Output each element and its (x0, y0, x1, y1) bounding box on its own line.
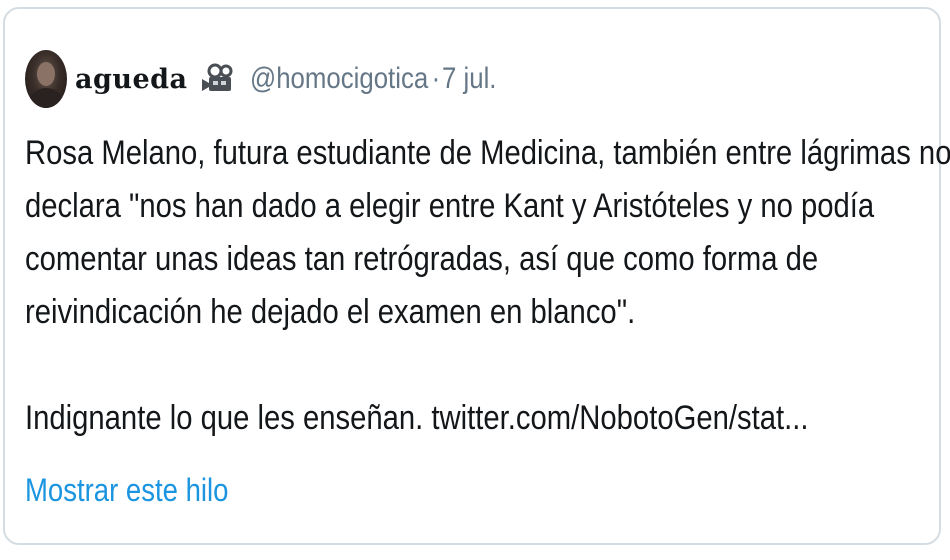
tweet-text-line: comentar unas ideas tan retrógradas, así… (25, 240, 819, 278)
tweet-text: Rosa Melano, futura estudiante de Medici… (25, 127, 950, 445)
show-thread-link[interactable]: Mostrar este hilo (25, 472, 228, 509)
tweet-date[interactable]: 7 jul. (442, 62, 497, 95)
movie-camera-icon (200, 63, 238, 95)
author-meta: @homocigotica ·7 jul. (250, 62, 496, 96)
author-display-name[interactable]: agueda (75, 64, 188, 95)
meta-separator: · (431, 62, 440, 95)
author-handle[interactable]: @homocigotica (250, 62, 428, 95)
tweet-text-line: declara "nos han dado a elegir entre Kan… (25, 187, 875, 225)
tweet-text-line: reivindicación he dejado el examen en bl… (25, 293, 636, 331)
tweet-card[interactable]: agueda @homocigotica ·7 jul. Rosa Melano,… (3, 7, 950, 545)
tweet-header: agueda @homocigotica ·7 jul. (25, 47, 536, 111)
avatar[interactable] (25, 50, 67, 108)
tweet-second-paragraph[interactable]: Indignante lo que les enseñan. twitter.c… (25, 392, 911, 445)
tweet-text-line: Rosa Melano, futura estudiante de Medici… (25, 134, 950, 172)
